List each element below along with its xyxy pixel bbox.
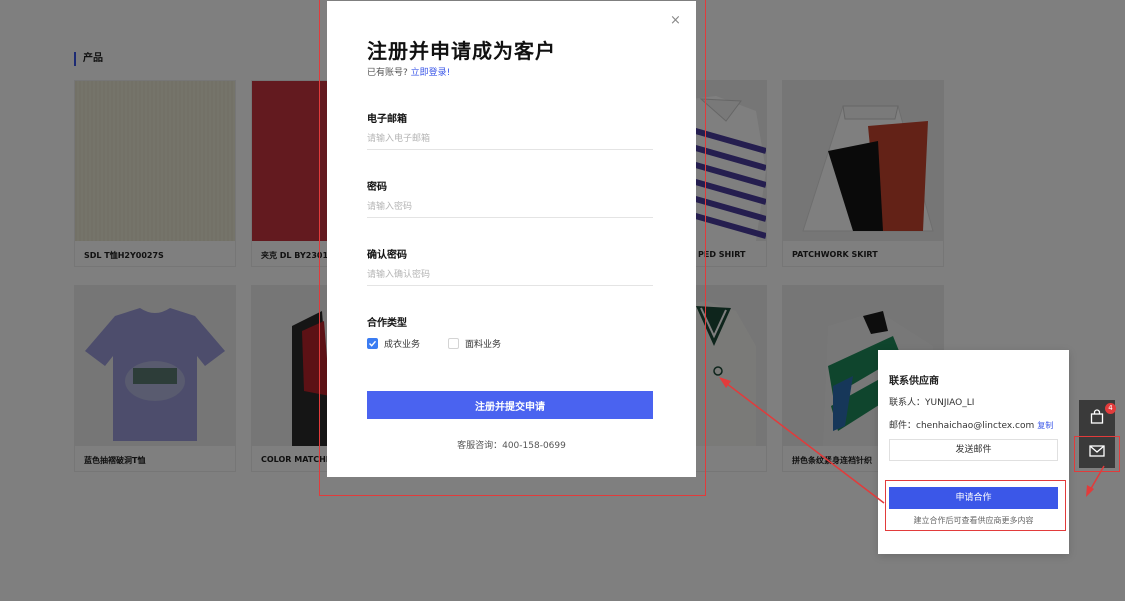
annotation-highlight-apply	[885, 480, 1066, 531]
cart-count-badge: 4	[1105, 403, 1116, 414]
cart-button[interactable]: 4	[1079, 400, 1116, 434]
supplier-panel-title: 联系供应商	[889, 376, 939, 387]
annotation-highlight-mail	[1074, 436, 1120, 472]
supplier-email-row: 邮件：chenhaichao@linctex.com 复制	[889, 418, 1053, 431]
copy-email-link[interactable]: 复制	[1037, 421, 1053, 430]
bag-icon	[1090, 409, 1104, 424]
supplier-contact: 联系人：YUNJIAO_LI	[889, 398, 975, 408]
send-email-button[interactable]: 发送邮件	[889, 439, 1058, 461]
annotation-highlight-modal	[319, 0, 706, 496]
supplier-email: 邮件：chenhaichao@linctex.com	[889, 421, 1035, 431]
